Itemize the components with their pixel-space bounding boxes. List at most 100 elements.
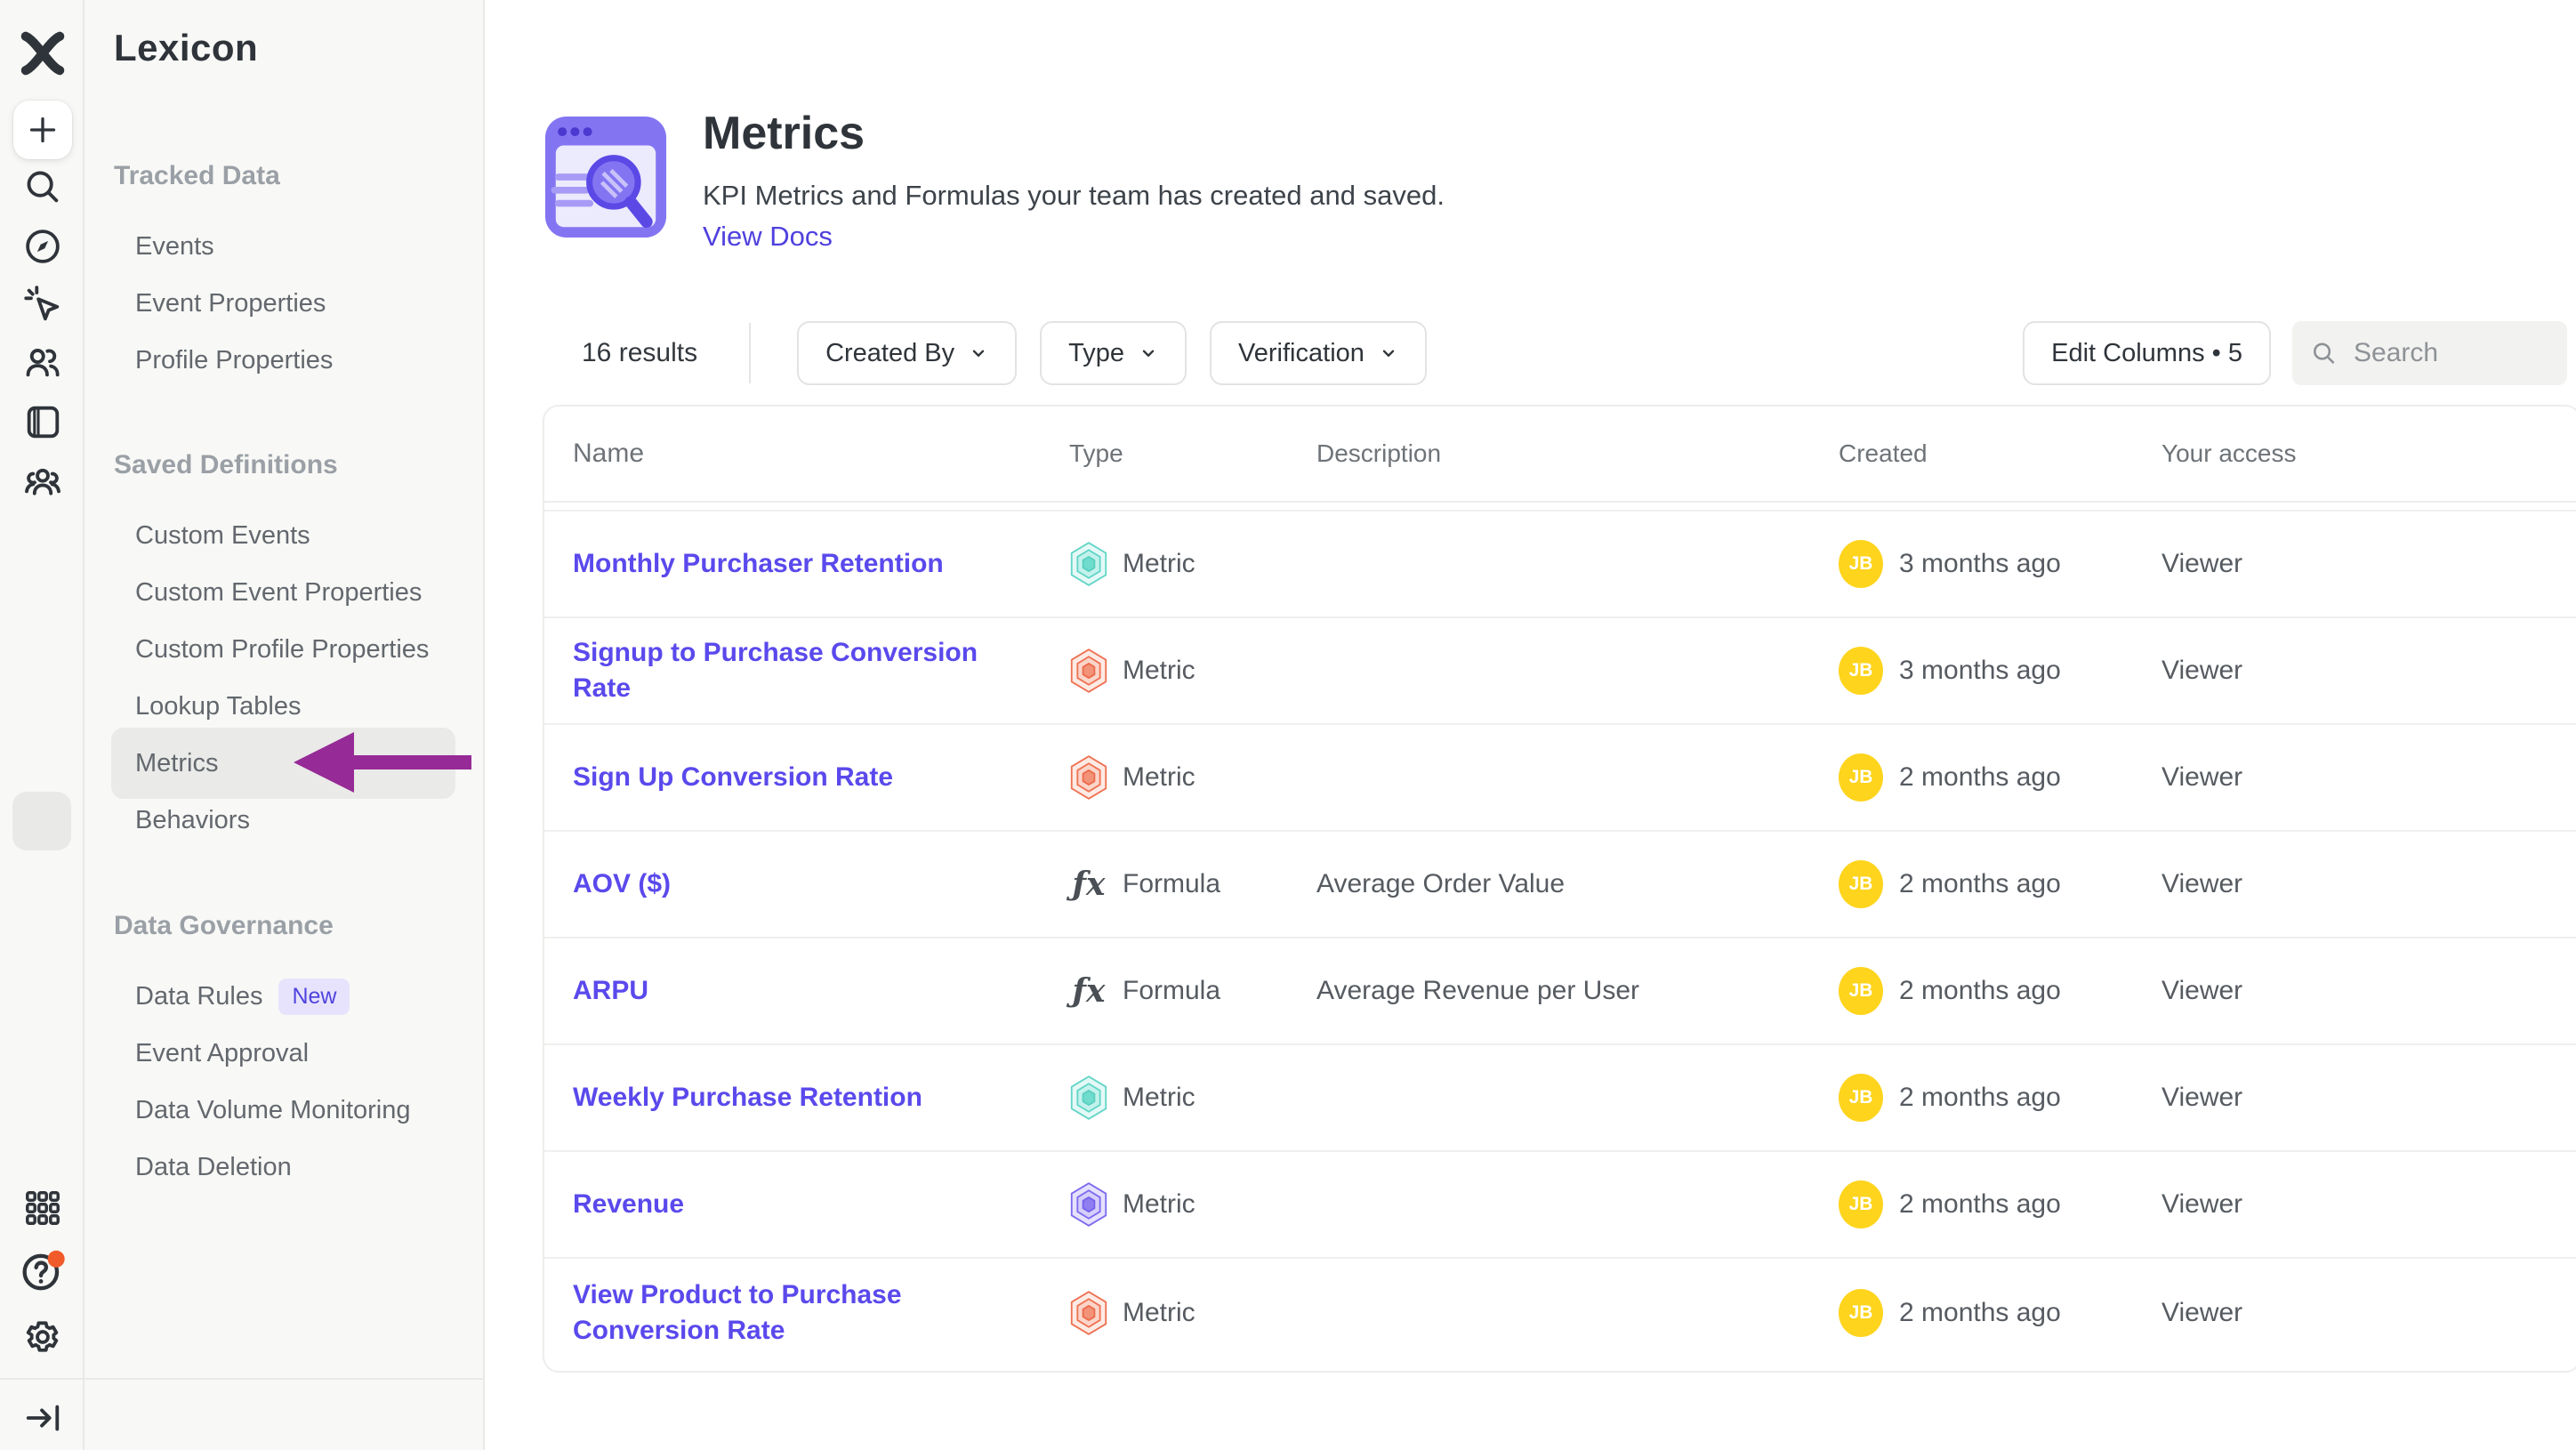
settings-gear-icon[interactable] bbox=[0, 1316, 85, 1358]
sidebar-item-data-deletion[interactable]: Data Deletion bbox=[135, 1139, 483, 1196]
view-docs-link[interactable]: View Docs bbox=[703, 221, 833, 253]
type-label: Metric bbox=[1123, 549, 1195, 579]
column-header-type[interactable]: Type bbox=[1069, 439, 1316, 468]
type-label: Metric bbox=[1123, 1083, 1195, 1113]
apps-grid-icon[interactable] bbox=[0, 1187, 85, 1229]
collapse-panel-icon[interactable] bbox=[0, 1397, 85, 1439]
sidebar-item-custom-event-properties[interactable]: Custom Event Properties bbox=[135, 564, 483, 621]
lexicon-sidebar: Lexicon Tracked Data Events Event Proper… bbox=[85, 0, 485, 1450]
search-input[interactable] bbox=[2354, 338, 2549, 368]
created-time: 2 months ago bbox=[1899, 1298, 2061, 1328]
table-row[interactable]: View Product to Purchase Conversion Rate… bbox=[544, 1259, 2576, 1367]
create-button[interactable] bbox=[0, 101, 85, 159]
main-content: Metrics KPI Metrics and Formulas your te… bbox=[487, 0, 2576, 1450]
help-icon[interactable] bbox=[0, 1249, 85, 1295]
column-header-description[interactable]: Description bbox=[1316, 439, 1839, 468]
metric-hexagon-icon bbox=[1069, 1181, 1108, 1228]
avatar: JB bbox=[1839, 540, 1883, 588]
section-label-saved-definitions: Saved Definitions bbox=[114, 450, 483, 480]
edit-columns-button[interactable]: Edit Columns • 5 bbox=[2023, 321, 2271, 385]
created-time: 3 months ago bbox=[1899, 549, 2061, 579]
column-header-name[interactable]: Name bbox=[544, 436, 1069, 471]
metric-name-link[interactable]: Revenue bbox=[544, 1187, 1069, 1222]
table-row[interactable]: AOV ($) ƒx Formula Average Order Value JB… bbox=[544, 832, 2576, 938]
table-row[interactable]: Sign Up Conversion Rate Metric JB 2 month… bbox=[544, 725, 2576, 832]
sidebar-item-events[interactable]: Events bbox=[135, 218, 483, 275]
metric-name-link[interactable]: Sign Up Conversion Rate bbox=[544, 760, 1069, 795]
filter-verification[interactable]: Verification bbox=[1210, 321, 1427, 385]
results-count: 16 results bbox=[582, 338, 697, 368]
created-time: 2 months ago bbox=[1899, 762, 2061, 793]
cursor-click-icon[interactable] bbox=[0, 283, 85, 326]
table-row[interactable]: Weekly Purchase Retention Metric JB 2 mon… bbox=[544, 1045, 2576, 1152]
created-time: 3 months ago bbox=[1899, 656, 2061, 686]
created-time: 2 months ago bbox=[1899, 869, 2061, 899]
metric-hexagon-icon bbox=[1069, 754, 1108, 801]
table-row-partial bbox=[544, 503, 2576, 512]
metric-name-link[interactable]: Signup to Purchase Conversion Rate bbox=[544, 635, 1069, 706]
page-subtitle: KPI Metrics and Formulas your team has c… bbox=[703, 180, 1445, 212]
table-row[interactable]: Signup to Purchase Conversion Rate Metri… bbox=[544, 618, 2576, 725]
toolbar-divider bbox=[749, 323, 751, 383]
table-row[interactable]: ARPU ƒxFormula Average Revenue per User … bbox=[544, 938, 2576, 1045]
metrics-table: Name Type Description Created Your acces… bbox=[543, 405, 2576, 1373]
sidebar-item-profile-properties[interactable]: Profile Properties bbox=[135, 332, 483, 389]
description: Average Revenue per User bbox=[1316, 976, 1839, 1006]
cohorts-group-icon[interactable] bbox=[0, 461, 85, 503]
formula-fx-icon: ƒx bbox=[1069, 866, 1108, 903]
avatar: JB bbox=[1839, 1074, 1883, 1122]
active-rail-highlight bbox=[12, 792, 71, 850]
metric-hexagon-icon bbox=[1069, 1075, 1108, 1121]
search-icon bbox=[2310, 338, 2338, 368]
type-label: Metric bbox=[1123, 762, 1195, 793]
mixpanel-logo[interactable] bbox=[0, 27, 85, 80]
section-label-data-governance: Data Governance bbox=[114, 911, 483, 941]
metric-name-link[interactable]: ARPU bbox=[544, 973, 1069, 1009]
metric-hexagon-icon bbox=[1069, 648, 1108, 694]
chevron-down-icon bbox=[1139, 343, 1158, 363]
access-level: Viewer bbox=[2161, 976, 2576, 1006]
sidebar-title: Lexicon bbox=[114, 27, 483, 69]
created-time: 2 months ago bbox=[1899, 1189, 2061, 1220]
avatar: JB bbox=[1839, 860, 1883, 908]
table-row[interactable]: Monthly Purchaser Retention Metric JB 3 m… bbox=[544, 512, 2576, 618]
sidebar-item-event-approval[interactable]: Event Approval bbox=[135, 1025, 483, 1082]
sidebar-item-lookup-tables[interactable]: Lookup Tables bbox=[135, 678, 483, 735]
users-icon[interactable] bbox=[0, 341, 85, 383]
type-label: Metric bbox=[1123, 1298, 1195, 1328]
created-time: 2 months ago bbox=[1899, 1083, 2061, 1113]
metrics-page-icon bbox=[543, 114, 669, 240]
description: Average Order Value bbox=[1316, 869, 1839, 899]
avatar: JB bbox=[1839, 753, 1883, 802]
sidebar-item-custom-profile-properties[interactable]: Custom Profile Properties bbox=[135, 621, 483, 678]
column-header-created[interactable]: Created bbox=[1839, 439, 2161, 468]
sidebar-item-custom-events[interactable]: Custom Events bbox=[135, 507, 483, 564]
access-level: Viewer bbox=[2161, 1189, 2576, 1220]
search-icon[interactable] bbox=[0, 165, 85, 208]
access-level: Viewer bbox=[2161, 869, 2576, 899]
metric-name-link[interactable]: View Product to Purchase Conversion Rate bbox=[544, 1277, 1069, 1349]
new-badge: New bbox=[278, 979, 350, 1015]
sidebar-item-data-rules[interactable]: Data Rules New bbox=[135, 968, 483, 1025]
sidebar-item-metrics[interactable]: Metrics bbox=[135, 735, 483, 792]
metric-name-link[interactable]: AOV ($) bbox=[544, 866, 1069, 902]
formula-fx-icon: ƒx bbox=[1069, 972, 1108, 1010]
type-label: Metric bbox=[1123, 656, 1195, 686]
metric-name-link[interactable]: Monthly Purchaser Retention bbox=[544, 546, 1069, 582]
type-label: Formula bbox=[1123, 869, 1220, 899]
filter-type[interactable]: Type bbox=[1040, 321, 1187, 385]
metric-name-link[interactable]: Weekly Purchase Retention bbox=[544, 1080, 1069, 1116]
sidebar-item-data-volume-monitoring[interactable]: Data Volume Monitoring bbox=[135, 1082, 483, 1139]
discover-compass-icon[interactable] bbox=[0, 225, 85, 268]
table-row[interactable]: Revenue Metric JB2 months ago Viewer bbox=[544, 1152, 2576, 1259]
sidebar-item-event-properties[interactable]: Event Properties bbox=[135, 275, 483, 332]
column-header-your-access[interactable]: Your access bbox=[2161, 439, 2576, 468]
access-level: Viewer bbox=[2161, 1083, 2576, 1113]
lexicon-book-icon[interactable] bbox=[0, 399, 85, 444]
search-box[interactable] bbox=[2292, 321, 2567, 385]
filter-created-by[interactable]: Created By bbox=[797, 321, 1017, 385]
avatar: JB bbox=[1839, 967, 1883, 1015]
sidebar-item-behaviors[interactable]: Behaviors bbox=[135, 792, 483, 849]
access-level: Viewer bbox=[2161, 656, 2576, 686]
table-header-row: Name Type Description Created Your acces… bbox=[544, 407, 2576, 503]
